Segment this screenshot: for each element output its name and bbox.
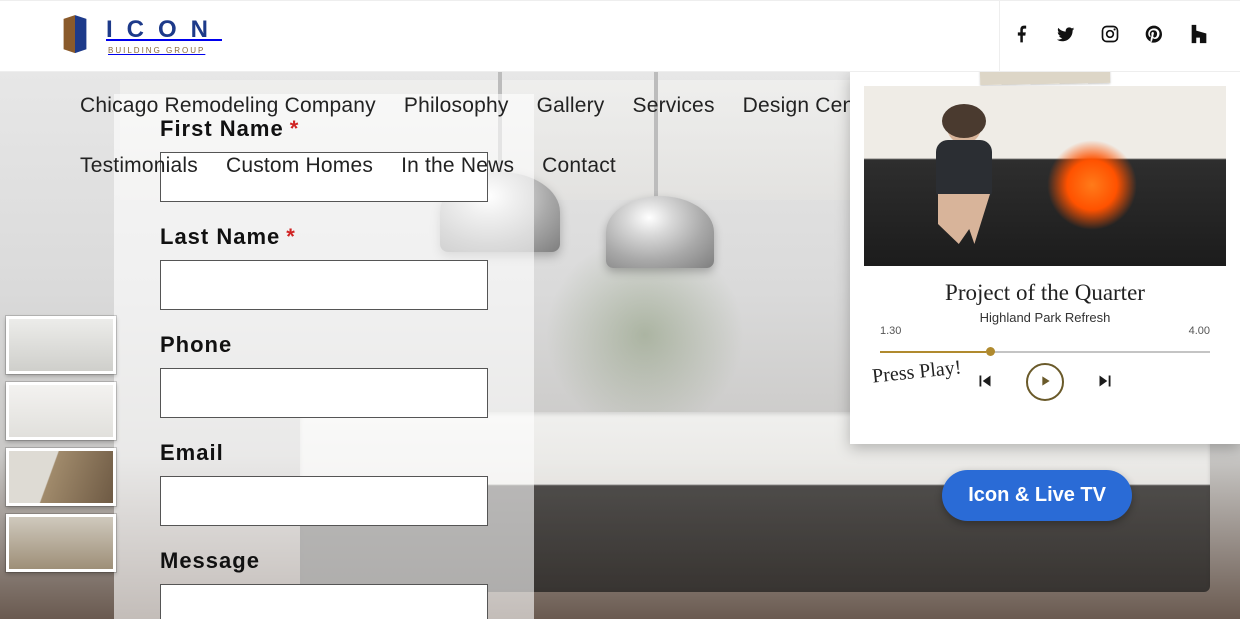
social-links — [1012, 1, 1210, 71]
field-phone: Phone — [160, 332, 488, 418]
video-person — [924, 110, 1004, 260]
time-labels: 1.30 4.00 — [880, 325, 1210, 337]
nav-custom-homes[interactable]: Custom Homes — [226, 154, 373, 178]
logo-icon — [56, 15, 94, 57]
play-icon — [1037, 373, 1053, 392]
nav-chicago-remodeling[interactable]: Chicago Remodeling Company — [80, 94, 376, 118]
next-button[interactable] — [1094, 370, 1116, 395]
nav-contact[interactable]: Contact — [542, 154, 616, 178]
tape-decoration — [980, 72, 1110, 85]
logo[interactable]: ICON BUILDING GROUP — [56, 15, 222, 57]
houzz-link[interactable] — [1188, 23, 1210, 50]
gallery-thumbnails — [6, 316, 124, 572]
facebook-link[interactable] — [1012, 24, 1032, 49]
email-label: Email — [160, 440, 488, 466]
skip-previous-icon — [974, 380, 996, 395]
player-controls: Press Play! — [850, 363, 1240, 401]
email-input[interactable] — [160, 476, 488, 526]
live-tv-button[interactable]: Icon & Live TV — [942, 470, 1132, 521]
time-total: 4.00 — [1189, 325, 1210, 337]
pinterest-link[interactable] — [1144, 24, 1164, 49]
press-play-label: Press Play! — [871, 358, 962, 385]
twitter-link[interactable] — [1056, 24, 1076, 49]
video-thumbnail[interactable] — [864, 86, 1226, 266]
nav-philosophy[interactable]: Philosophy — [404, 94, 509, 118]
bg-pendant — [606, 196, 714, 268]
message-input[interactable] — [160, 584, 488, 619]
thumbnail[interactable] — [6, 514, 116, 572]
field-last-name: Last Name* — [160, 224, 488, 310]
brand-name: ICON — [106, 18, 222, 42]
instagram-link[interactable] — [1100, 24, 1120, 49]
divider — [999, 1, 1000, 71]
phone-label: Phone — [160, 332, 488, 358]
phone-input[interactable] — [160, 368, 488, 418]
last-name-input[interactable] — [160, 260, 488, 310]
required-marker: * — [286, 224, 296, 249]
hero: First Name* Last Name* Phone Email Messa… — [0, 72, 1240, 619]
brand-subtitle: BUILDING GROUP — [108, 46, 222, 55]
widget-title: Project of the Quarter — [850, 280, 1240, 306]
prev-button[interactable] — [974, 370, 996, 395]
facebook-icon — [1012, 24, 1032, 49]
nav-in-the-news[interactable]: In the News — [401, 154, 514, 178]
widget-subtitle: Highland Park Refresh — [850, 310, 1240, 325]
nav-services[interactable]: Services — [633, 94, 715, 118]
skip-next-icon — [1094, 380, 1116, 395]
top-bar: ICON BUILDING GROUP — [0, 0, 1240, 72]
twitter-icon — [1056, 24, 1076, 49]
time-current: 1.30 — [880, 325, 901, 337]
play-button[interactable] — [1026, 363, 1064, 401]
instagram-icon — [1100, 24, 1120, 49]
nav-gallery[interactable]: Gallery — [537, 94, 605, 118]
field-email: Email — [160, 440, 488, 526]
video-widget: Project of the Quarter Highland Park Ref… — [850, 72, 1240, 444]
houzz-icon — [1188, 23, 1210, 50]
logo-text: ICON BUILDING GROUP — [106, 18, 222, 55]
message-label: Message — [160, 548, 488, 574]
thumbnail[interactable] — [6, 316, 116, 374]
nav-testimonials[interactable]: Testimonials — [80, 154, 198, 178]
thumbnail[interactable] — [6, 448, 116, 506]
last-name-label: Last Name* — [160, 224, 488, 250]
field-message: Message — [160, 548, 488, 619]
thumbnail[interactable] — [6, 382, 116, 440]
seek-bar[interactable] — [880, 351, 1210, 353]
pinterest-icon — [1144, 24, 1164, 49]
